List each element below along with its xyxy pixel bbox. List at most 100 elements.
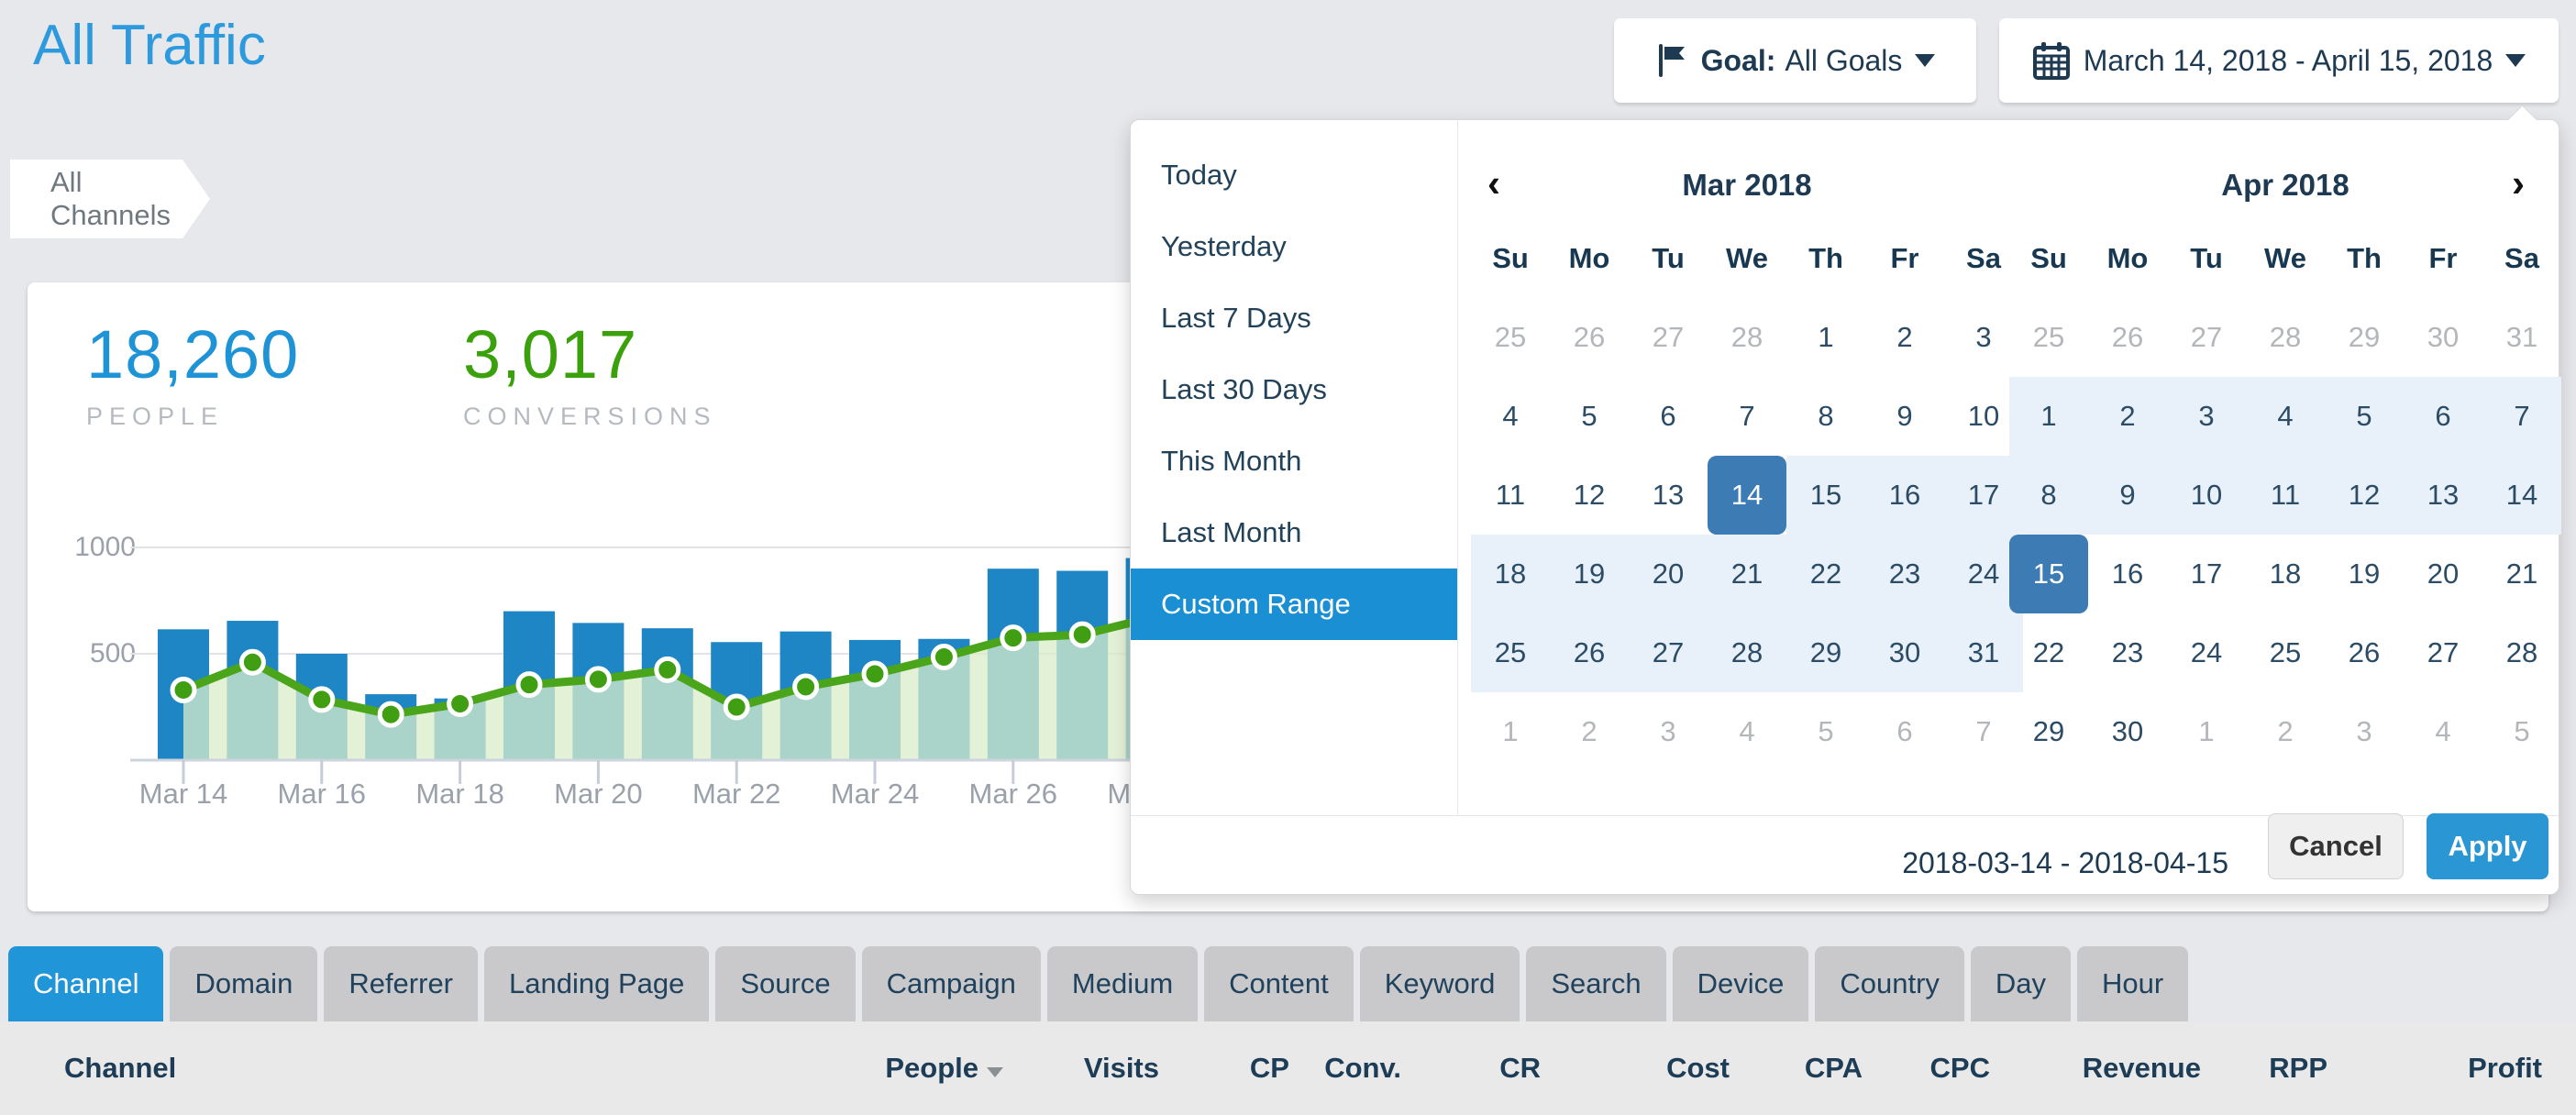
calendar-day[interactable]: 5: [2482, 692, 2561, 771]
calendar-day[interactable]: 29: [2325, 298, 2404, 377]
tab-keyword[interactable]: Keyword: [1360, 946, 1520, 1021]
tab-country[interactable]: Country: [1815, 946, 1964, 1021]
column-header-rpp[interactable]: RPP: [2201, 1052, 2327, 1085]
quick-range-today[interactable]: Today: [1131, 139, 1457, 211]
column-header-visits[interactable]: Visits: [1003, 1052, 1159, 1085]
calendar-day[interactable]: 21: [2482, 535, 2561, 613]
quick-range-custom-range[interactable]: Custom Range: [1131, 569, 1457, 640]
calendar-day[interactable]: 29: [1786, 613, 1865, 692]
calendar-day[interactable]: 8: [1786, 377, 1865, 456]
calendar-day[interactable]: 23: [2088, 613, 2167, 692]
calendar-day[interactable]: 5: [2325, 377, 2404, 456]
quick-range-last-month[interactable]: Last Month: [1131, 497, 1457, 569]
calendar-day[interactable]: 9: [2088, 456, 2167, 535]
calendar-day[interactable]: 28: [2482, 613, 2561, 692]
calendar-day[interactable]: 27: [1629, 298, 1708, 377]
calendar-day[interactable]: 21: [1708, 535, 1786, 613]
calendar-day[interactable]: 20: [2404, 535, 2482, 613]
apply-button[interactable]: Apply: [2427, 813, 2548, 879]
calendar-day[interactable]: 15: [1786, 456, 1865, 535]
calendar-day[interactable]: 28: [1708, 613, 1786, 692]
calendar-day[interactable]: 13: [2404, 456, 2482, 535]
calendar-day[interactable]: 16: [1865, 456, 1944, 535]
calendar-day[interactable]: 19: [1550, 535, 1629, 613]
quick-range-last-7-days[interactable]: Last 7 Days: [1131, 282, 1457, 354]
calendar-day[interactable]: 2: [2088, 377, 2167, 456]
calendar-day[interactable]: 27: [2404, 613, 2482, 692]
tab-referrer[interactable]: Referrer: [324, 946, 478, 1021]
tab-device[interactable]: Device: [1673, 946, 1809, 1021]
calendar-day[interactable]: 27: [2167, 298, 2246, 377]
column-header-cr[interactable]: CR: [1401, 1052, 1541, 1085]
quick-range-yesterday[interactable]: Yesterday: [1131, 211, 1457, 282]
calendar-day[interactable]: 24: [2167, 613, 2246, 692]
calendar-day[interactable]: 18: [2246, 535, 2325, 613]
calendar-day[interactable]: 7: [1708, 377, 1786, 456]
calendar-day[interactable]: 3: [2325, 692, 2404, 771]
calendar-day[interactable]: 18: [1471, 535, 1550, 613]
column-header-cost[interactable]: Cost: [1541, 1052, 1730, 1085]
calendar-day[interactable]: 2: [2246, 692, 2325, 771]
calendar-day[interactable]: 1: [2009, 377, 2088, 456]
calendar-day-selected[interactable]: 15: [2009, 535, 2088, 613]
calendar-day[interactable]: 2: [1865, 298, 1944, 377]
cancel-button[interactable]: Cancel: [2268, 813, 2404, 879]
calendar-day[interactable]: 10: [2167, 456, 2246, 535]
column-header-people[interactable]: People: [820, 1052, 1003, 1085]
column-header-cp[interactable]: CP: [1159, 1052, 1289, 1085]
calendar-day[interactable]: 5: [1786, 692, 1865, 771]
calendar-day[interactable]: 1: [1471, 692, 1550, 771]
tab-day[interactable]: Day: [1971, 946, 2071, 1021]
calendar-day[interactable]: 1: [2167, 692, 2246, 771]
calendar-day[interactable]: 4: [2404, 692, 2482, 771]
calendar-day[interactable]: 30: [2088, 692, 2167, 771]
calendar-day[interactable]: 26: [1550, 613, 1629, 692]
traffic-bar-line-chart[interactable]: [130, 513, 1157, 789]
date-range-dropdown-button[interactable]: March 14, 2018 - April 15, 2018: [1999, 18, 2559, 103]
calendar-day[interactable]: 23: [1865, 535, 1944, 613]
calendar-day[interactable]: 4: [1471, 377, 1550, 456]
tab-hour[interactable]: Hour: [2077, 946, 2188, 1021]
tab-content[interactable]: Content: [1204, 946, 1354, 1021]
goal-dropdown-button[interactable]: Goal: All Goals: [1614, 18, 1976, 103]
calendar-day[interactable]: 6: [1865, 692, 1944, 771]
calendar-day[interactable]: 4: [1708, 692, 1786, 771]
calendar-day[interactable]: 5: [1550, 377, 1629, 456]
column-header-profit[interactable]: Profit: [2327, 1052, 2542, 1085]
calendar-day[interactable]: 20: [1629, 535, 1708, 613]
calendar-day[interactable]: 13: [1629, 456, 1708, 535]
tab-campaign[interactable]: Campaign: [862, 946, 1041, 1021]
calendar-day[interactable]: 12: [1550, 456, 1629, 535]
column-header-cpc[interactable]: CPC: [1863, 1052, 1990, 1085]
calendar-day[interactable]: 17: [2167, 535, 2246, 613]
calendar-day[interactable]: 26: [1550, 298, 1629, 377]
calendar-day[interactable]: 6: [2404, 377, 2482, 456]
calendar-day[interactable]: 26: [2325, 613, 2404, 692]
calendar-day[interactable]: 28: [2246, 298, 2325, 377]
calendar-day[interactable]: 19: [2325, 535, 2404, 613]
tab-landing-page[interactable]: Landing Page: [484, 946, 709, 1021]
calendar-day[interactable]: 12: [2325, 456, 2404, 535]
calendar-day[interactable]: 6: [1629, 377, 1708, 456]
calendar-day[interactable]: 28: [1708, 298, 1786, 377]
calendar-day[interactable]: 3: [1629, 692, 1708, 771]
calendar-day[interactable]: 25: [2246, 613, 2325, 692]
calendar-day[interactable]: 22: [1786, 535, 1865, 613]
breadcrumb[interactable]: All Channels: [10, 160, 210, 238]
calendar-day[interactable]: 25: [2009, 298, 2088, 377]
calendar-day[interactable]: 8: [2009, 456, 2088, 535]
calendar-day[interactable]: 26: [2088, 298, 2167, 377]
tab-medium[interactable]: Medium: [1047, 946, 1198, 1021]
calendar-day[interactable]: 11: [1471, 456, 1550, 535]
calendar-day[interactable]: 30: [2404, 298, 2482, 377]
quick-range-this-month[interactable]: This Month: [1131, 425, 1457, 497]
calendar-day[interactable]: 14: [2482, 456, 2561, 535]
tab-domain[interactable]: Domain: [170, 946, 317, 1021]
calendar-day[interactable]: 7: [2482, 377, 2561, 456]
column-header-cpa[interactable]: CPA: [1730, 1052, 1863, 1085]
tab-channel[interactable]: Channel: [8, 946, 163, 1021]
calendar-day-selected[interactable]: 14: [1708, 456, 1786, 535]
calendar-day[interactable]: 22: [2009, 613, 2088, 692]
quick-range-last-30-days[interactable]: Last 30 Days: [1131, 354, 1457, 425]
tab-source[interactable]: Source: [715, 946, 855, 1021]
